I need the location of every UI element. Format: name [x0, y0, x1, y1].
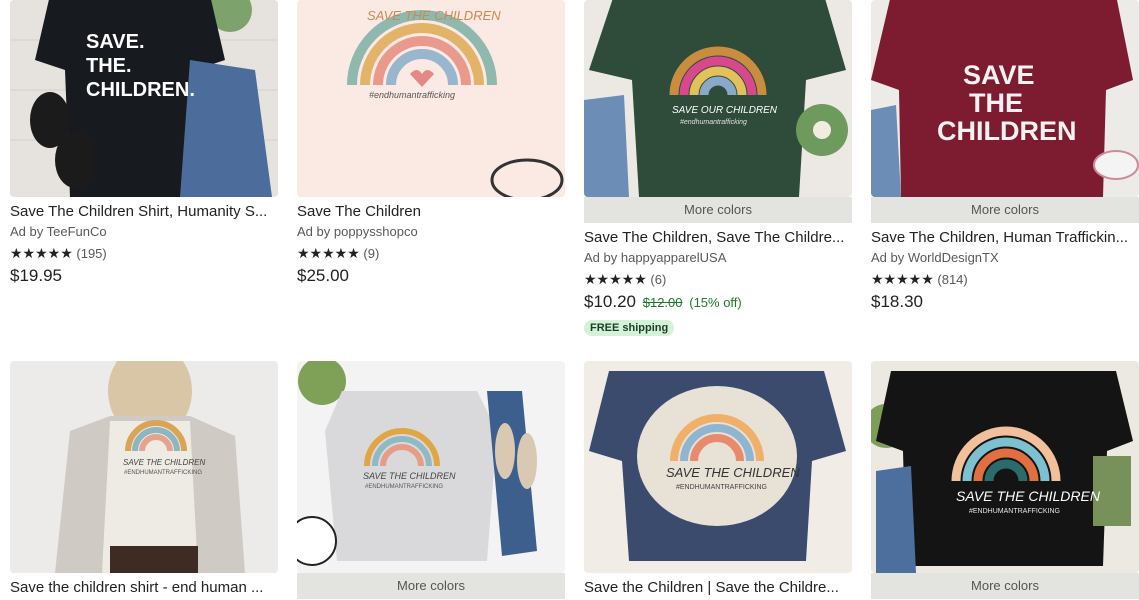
listing-image[interactable]: SAVE THE CHILDREN #ENDHUMANTRAFFICKING: [10, 361, 278, 573]
review-count: (814): [937, 272, 968, 287]
shirt-text: SAVE THE CHILDREN: [666, 465, 800, 480]
listing-image[interactable]: SAVE THE CHILDREN #ENDHUMANTRAFFICKING: [584, 361, 852, 573]
listing-price: $18.30: [871, 292, 923, 311]
shirt-text: THE: [969, 88, 1023, 118]
shirt-text: #endhumantrafficking: [680, 119, 747, 126]
shirt-text: SAVE THE CHILDREN: [123, 458, 205, 467]
star-rating-icon: ★★★★★: [10, 245, 73, 261]
listing-title[interactable]: Save The Children: [297, 203, 565, 220]
more-colors-label[interactable]: More colors: [871, 197, 1139, 223]
review-count: (9): [363, 246, 380, 261]
more-colors-label[interactable]: More colors: [871, 573, 1139, 599]
listing-price: $25.00: [297, 266, 349, 285]
shirt-text: THE.: [86, 55, 132, 77]
listing-rating: ★★★★★ (814): [871, 271, 968, 288]
shirt-text: #ENDHUMANTRAFFICKING: [365, 484, 443, 490]
shirt-text: SAVE.: [86, 31, 145, 53]
review-count: (195): [76, 246, 107, 261]
shirt-text: #ENDHUMANTRAFFICKING: [969, 508, 1060, 515]
sale-price: $10.20: [584, 292, 636, 311]
shirt-text: SAVE OUR CHILDREN: [672, 105, 778, 116]
listing-image[interactable]: SAVE THE CHILDREN: [871, 0, 1139, 197]
star-rating-icon: ★★★★★: [297, 245, 360, 261]
shirt-text: SAVE THE CHILDREN: [363, 471, 456, 481]
listing-title[interactable]: Save the children shirt - end human ...: [10, 579, 278, 596]
listing-shop: Ad by happyapparelUSA: [584, 250, 727, 265]
listing-image[interactable]: SAVE THE CHILDREN #endhumantrafficking: [297, 0, 565, 197]
review-count: (6): [650, 272, 667, 287]
shirt-text: #ENDHUMANTRAFFICKING: [124, 470, 202, 476]
shirt-text: #ENDHUMANTRAFFICKING: [676, 484, 767, 491]
shirt-text: SAVE: [963, 60, 1035, 90]
listing-image[interactable]: SAVE THE CHILDREN #ENDHUMANTRAFFICKING: [871, 361, 1139, 573]
listing-shop: Ad by TeeFunCo: [10, 224, 107, 239]
listing-rating: ★★★★★ (6): [584, 271, 666, 288]
listing-title[interactable]: Save the Children | Save the Childre...: [584, 579, 852, 596]
listing-price: $10.20 $12.00 (15% off): [584, 292, 742, 312]
listing-rating: ★★★★★ (9): [297, 245, 379, 262]
listing-title[interactable]: Save The Children, Human Traffickin...: [871, 229, 1139, 246]
listing-image[interactable]: SAVE THE CHILDREN #ENDHUMANTRAFFICKING: [297, 361, 565, 573]
star-rating-icon: ★★★★★: [871, 271, 934, 287]
listing-image[interactable]: SAVE OUR CHILDREN #endhumantrafficking: [584, 0, 852, 197]
discount-label: (15% off): [689, 295, 742, 310]
shirt-text: CHILDREN: [937, 116, 1077, 146]
listing-image[interactable]: SAVE. THE. CHILDREN.: [10, 0, 278, 197]
star-rating-icon: ★★★★★: [584, 271, 647, 287]
shirt-text: SAVE THE CHILDREN: [956, 488, 1101, 504]
listing-title[interactable]: Save The Children Shirt, Humanity S...: [10, 203, 278, 220]
original-price: $12.00: [642, 295, 683, 310]
shirt-text: CHILDREN.: [86, 79, 195, 101]
listing-price: $19.95: [10, 266, 62, 285]
listing-rating: ★★★★★ (195): [10, 245, 107, 262]
listing-title[interactable]: Save The Children, Save The Childre...: [584, 229, 852, 246]
more-colors-label[interactable]: More colors: [297, 573, 565, 599]
more-colors-label[interactable]: More colors: [584, 197, 852, 223]
listing-shop: Ad by poppysshopco: [297, 224, 418, 239]
shirt-text: #endhumantrafficking: [369, 90, 455, 100]
free-shipping-badge: FREE shipping: [584, 320, 675, 336]
shirt-text: SAVE THE CHILDREN: [367, 8, 501, 23]
listing-shop: Ad by WorldDesignTX: [871, 250, 999, 265]
